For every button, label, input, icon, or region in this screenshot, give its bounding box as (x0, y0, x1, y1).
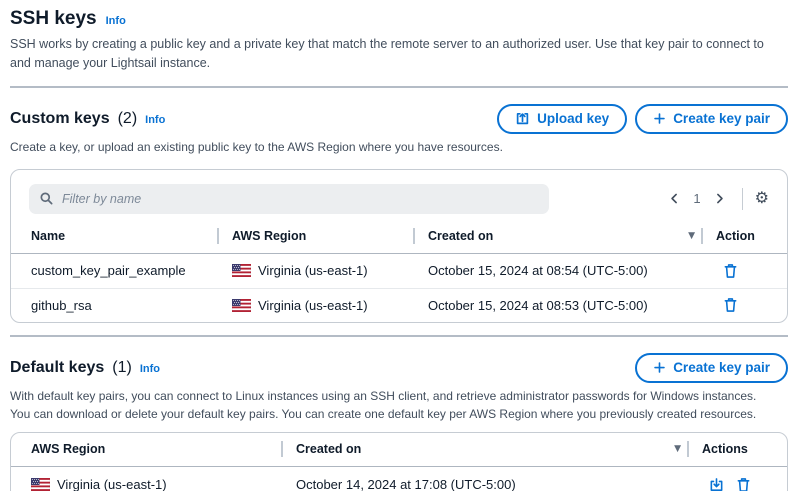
region-label: Virginia (us-east-1) (258, 263, 368, 278)
delete-key-button[interactable] (723, 297, 738, 313)
region-label: Virginia (us-east-1) (57, 477, 167, 491)
chevron-right-icon (713, 192, 726, 205)
default-keys-count: (1) (112, 359, 132, 377)
custom-keys-toolbar: 1 ⚙ (11, 170, 787, 220)
sort-descending-button[interactable]: ▼ (671, 231, 701, 241)
default-keys-info-link[interactable]: Info (140, 363, 160, 375)
toolbar-separator (742, 188, 743, 210)
column-header-aws-region[interactable]: AWS Region (217, 229, 413, 243)
custom-keys-description: Create a key, or upload an existing publ… (10, 138, 788, 156)
table-row: custom_key_pair_example Virginia (us-eas… (11, 254, 787, 288)
page-header: SSH keys Info (10, 8, 788, 30)
search-icon (39, 191, 54, 206)
create-key-pair-button[interactable]: Create key pair (635, 353, 788, 383)
key-created-on: October 15, 2024 at 08:53 (UTC-5:00) (413, 298, 671, 313)
key-name: custom_key_pair_example (11, 263, 217, 278)
default-keys-description-line1: With default key pairs, you can connect … (10, 387, 788, 405)
page-description: SSH works by creating a public key and a… (10, 35, 788, 74)
previous-page-button[interactable] (664, 190, 685, 207)
default-keys-description: With default key pairs, you can connect … (10, 387, 788, 423)
default-keys-card: AWS Region Created on ▼ Actions (10, 432, 788, 491)
next-page-button[interactable] (709, 190, 730, 207)
default-keys-section: Default keys (1) Info Create key pair Wi… (10, 353, 788, 491)
sort-descending-icon: ▼ (674, 444, 681, 454)
column-header-created-on[interactable]: Created on (413, 229, 671, 243)
create-key-pair-button[interactable]: Create key pair (635, 104, 788, 134)
trash-icon (723, 263, 738, 279)
create-key-pair-label: Create key pair (673, 111, 770, 126)
create-key-pair-label: Create key pair (673, 360, 770, 375)
filter-input[interactable] (62, 192, 539, 206)
custom-keys-info-link[interactable]: Info (145, 114, 165, 126)
custom-keys-table-header: Name AWS Region Created on ▼ Action (11, 220, 787, 254)
sort-descending-button[interactable]: ▼ (657, 444, 687, 454)
chevron-left-icon (668, 192, 681, 205)
default-keys-title: Default keys (10, 359, 104, 377)
upload-key-button[interactable]: Upload key (497, 104, 627, 134)
key-region: Virginia (us-east-1) (217, 263, 413, 278)
plus-icon (653, 112, 666, 125)
region-label: Virginia (us-east-1) (258, 298, 368, 313)
upload-key-label: Upload key (537, 111, 609, 126)
column-header-action: Action (701, 229, 787, 243)
custom-keys-card: 1 ⚙ Name AWS Region Created on ▼ Action (10, 169, 788, 323)
column-header-aws-region[interactable]: AWS Region (11, 442, 281, 456)
section-divider (10, 86, 788, 88)
custom-keys-section: Custom keys (2) Info Upload key (10, 104, 788, 323)
section-divider (10, 335, 788, 337)
us-flag-icon (232, 264, 251, 277)
column-header-actions: Actions (687, 442, 787, 456)
column-header-name[interactable]: Name (11, 229, 217, 243)
custom-keys-count: (2) (118, 110, 138, 128)
download-key-button[interactable] (709, 477, 724, 491)
default-keys-table-header: AWS Region Created on ▼ Actions (11, 433, 787, 467)
table-row: github_rsa Virginia (us-east-1) October … (11, 288, 787, 322)
custom-keys-title: Custom keys (10, 110, 110, 128)
column-header-created-on[interactable]: Created on (281, 442, 657, 456)
key-region: Virginia (us-east-1) (11, 477, 281, 491)
delete-key-button[interactable] (723, 263, 738, 279)
trash-icon (723, 297, 738, 313)
download-icon (709, 477, 724, 491)
key-created-on: October 15, 2024 at 08:54 (UTC-5:00) (413, 263, 671, 278)
plus-icon (653, 361, 666, 374)
table-row: Virginia (us-east-1) October 14, 2024 at… (11, 467, 787, 491)
ssh-keys-page: SSH keys Info SSH works by creating a pu… (0, 0, 800, 491)
key-created-on: October 14, 2024 at 17:08 (UTC-5:00) (281, 477, 657, 491)
key-name: github_rsa (11, 298, 217, 313)
filter-box[interactable] (29, 184, 549, 214)
page-info-link[interactable]: Info (106, 15, 126, 27)
key-region: Virginia (us-east-1) (217, 298, 413, 313)
us-flag-icon (232, 299, 251, 312)
trash-icon (736, 477, 751, 491)
sort-descending-icon: ▼ (688, 231, 695, 241)
preferences-gear-icon[interactable]: ⚙ (755, 191, 769, 207)
upload-icon (515, 111, 530, 126)
us-flag-icon (31, 478, 50, 491)
default-keys-description-line2: You can download or delete your default … (10, 405, 788, 423)
page-number[interactable]: 1 (689, 191, 704, 206)
delete-key-button[interactable] (736, 477, 751, 491)
pagination: 1 ⚙ (664, 188, 769, 210)
page-title: SSH keys (10, 8, 97, 30)
